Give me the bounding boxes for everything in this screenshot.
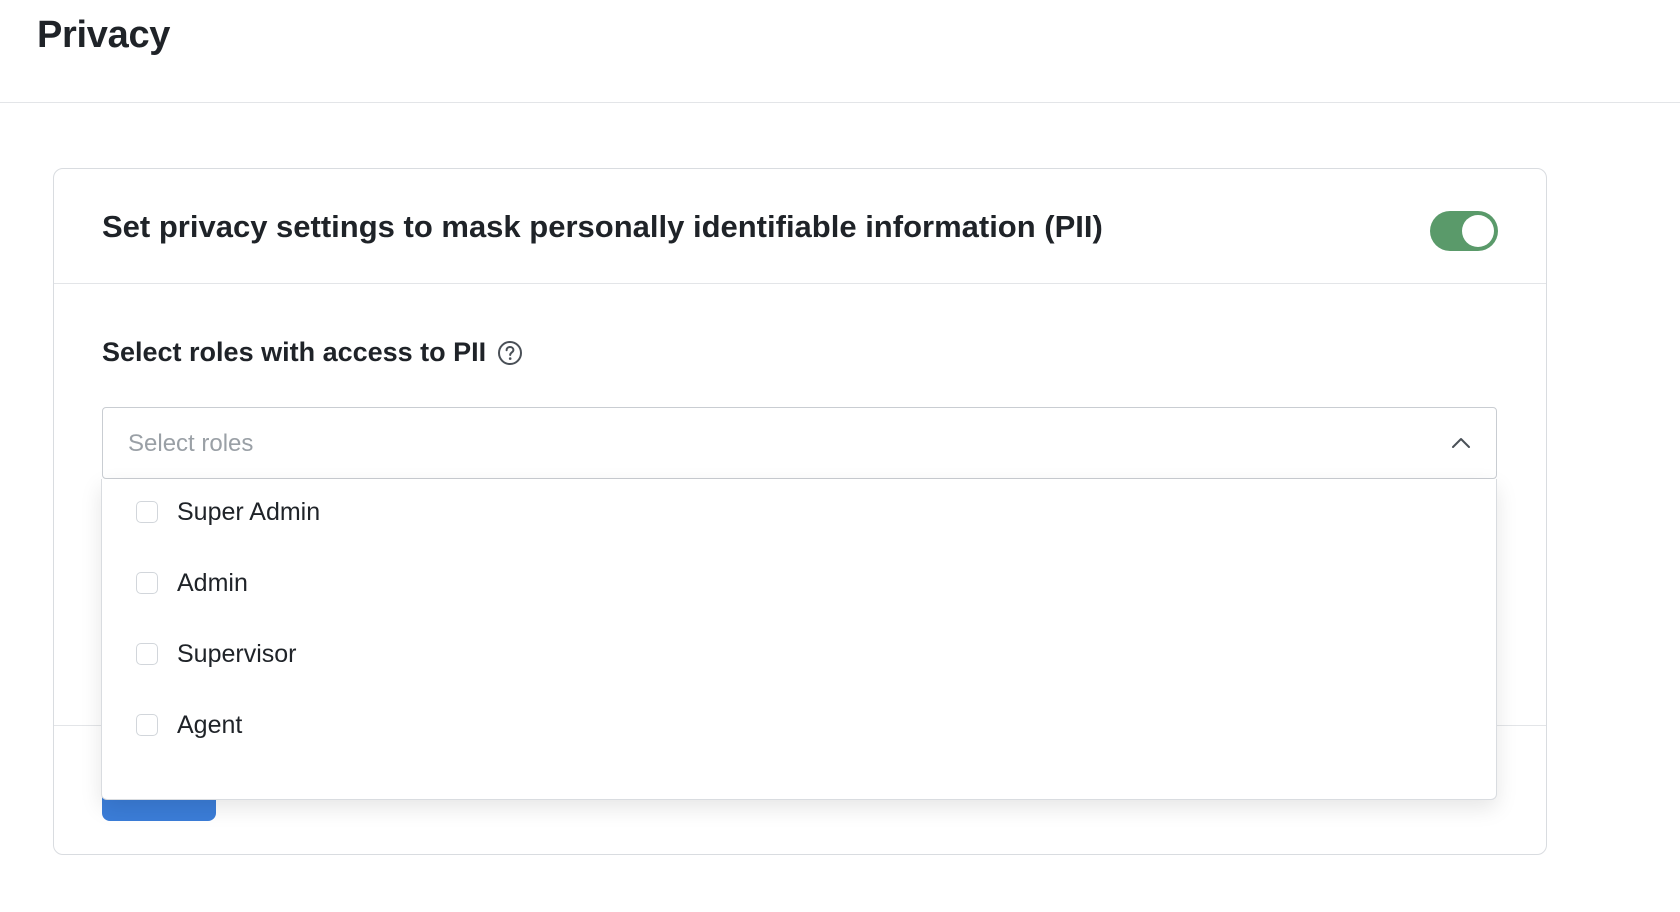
- role-option-agent[interactable]: Agent: [102, 696, 1496, 756]
- role-option-label: Admin: [177, 569, 248, 597]
- roles-label-text: Select roles with access to PII: [102, 337, 487, 367]
- role-option-label: Supervisor: [177, 640, 297, 668]
- page-header: Privacy: [0, 0, 1680, 103]
- role-checkbox[interactable]: [136, 643, 158, 665]
- card-header: Set privacy settings to mask personally …: [54, 169, 1546, 284]
- role-checkbox[interactable]: [136, 501, 158, 523]
- pii-mask-toggle[interactable]: [1430, 211, 1498, 251]
- chevron-up-icon: [1450, 432, 1472, 454]
- role-option-super-admin[interactable]: Super Admin: [102, 483, 1496, 543]
- roles-select-placeholder: Select roles: [128, 430, 254, 457]
- role-option-supervisor[interactable]: Supervisor: [102, 625, 1496, 685]
- role-option-label: Super Admin: [177, 498, 321, 526]
- page-title: Privacy: [37, 14, 171, 56]
- roles-dropdown-menu: Super Admin Admin Supervisor Agent: [101, 479, 1497, 800]
- role-checkbox[interactable]: [136, 714, 158, 736]
- role-checkbox[interactable]: [136, 572, 158, 594]
- question-circle-icon[interactable]: [497, 340, 523, 366]
- role-option-label: Agent: [177, 711, 243, 739]
- toggle-knob: [1462, 215, 1494, 247]
- pii-settings-title: Set privacy settings to mask personally …: [102, 209, 1103, 244]
- roles-select[interactable]: Select roles: [102, 407, 1497, 479]
- roles-field-label: Select roles with access to PII: [102, 337, 523, 368]
- role-option-admin[interactable]: Admin: [102, 554, 1496, 614]
